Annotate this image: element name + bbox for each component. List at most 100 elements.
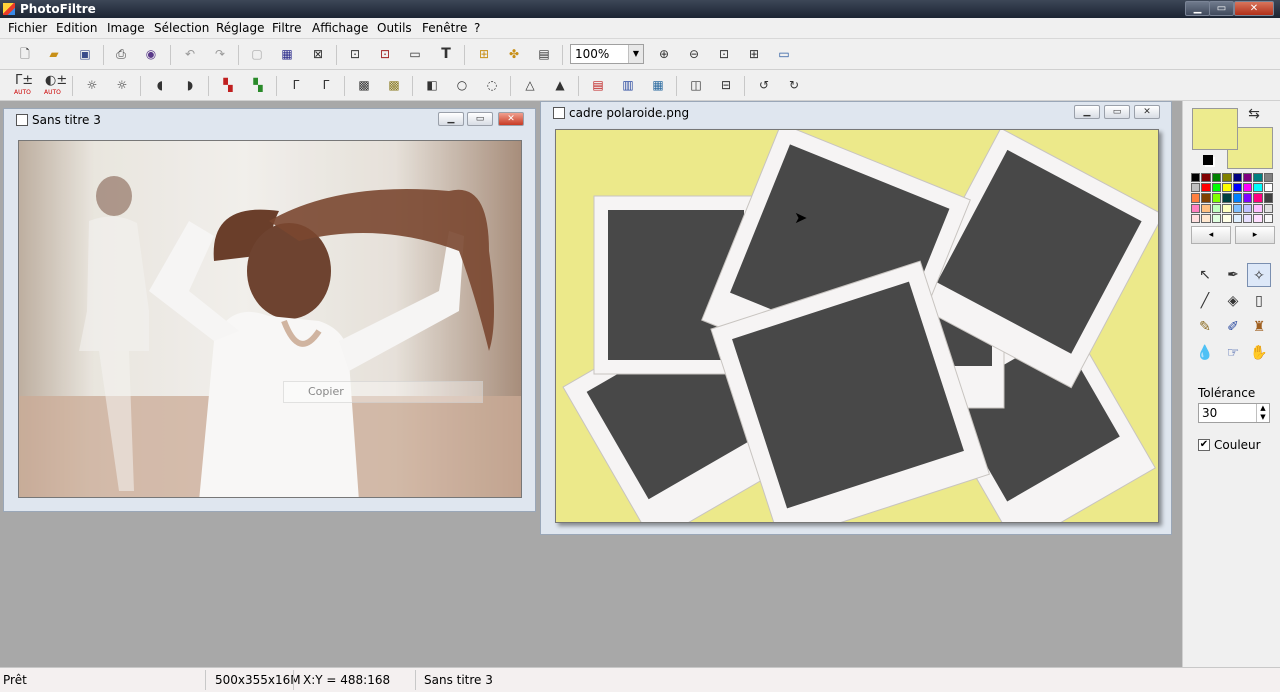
new-file-icon[interactable]: 🗋: [16, 45, 34, 63]
palette-swatch[interactable]: [1263, 183, 1273, 193]
palette-swatch[interactable]: [1232, 183, 1242, 193]
doc-close-button[interactable]: ✕: [498, 112, 524, 126]
palette-swatch[interactable]: [1253, 193, 1263, 203]
palette-swatch[interactable]: [1263, 193, 1273, 203]
scanner-icon[interactable]: ◉: [142, 45, 160, 63]
text-tool-icon[interactable]: T: [437, 45, 455, 63]
eyedropper-icon[interactable]: ✒: [1221, 263, 1245, 287]
minimize-button[interactable]: ▁: [1185, 1, 1210, 16]
clone-stamp-icon[interactable]: ♜: [1247, 315, 1271, 339]
fill-bucket-icon[interactable]: ◈: [1221, 289, 1245, 313]
palette-swatch[interactable]: [1242, 173, 1253, 183]
canvas-size-icon[interactable]: ⊡: [376, 45, 394, 63]
spray-icon[interactable]: ▯: [1247, 289, 1271, 313]
menu-image[interactable]: Image: [107, 21, 145, 35]
doc-minimize-button[interactable]: ▁: [438, 112, 464, 126]
open-folder-icon[interactable]: ▰: [45, 45, 63, 63]
palette-swatch[interactable]: [1222, 173, 1232, 183]
palette-swatch[interactable]: [1191, 183, 1201, 193]
palette-swatch[interactable]: [1211, 173, 1222, 183]
rotate-right-icon[interactable]: ↻: [785, 76, 803, 94]
brightness-up-icon[interactable]: ☼: [113, 76, 131, 94]
auto-contrast-icon[interactable]: ◐±: [45, 72, 67, 90]
palette-swatch[interactable]: [1201, 193, 1211, 203]
palette-swatch[interactable]: [1242, 213, 1253, 223]
palette-swatch[interactable]: [1211, 193, 1222, 203]
palette-swatch[interactable]: [1253, 213, 1263, 223]
palette-swatch[interactable]: [1242, 203, 1253, 213]
palette-swatch[interactable]: [1211, 203, 1222, 213]
palette-swatch[interactable]: [1232, 173, 1242, 183]
fit-window-icon[interactable]: ⊞: [745, 45, 763, 63]
emboss-icon[interactable]: ▲: [551, 76, 569, 94]
crop-icon[interactable]: ▢: [248, 45, 266, 63]
palette-swatch[interactable]: [1253, 173, 1263, 183]
doc-maximize-button[interactable]: ▭: [467, 112, 493, 126]
brightness-down-icon[interactable]: ☼: [83, 76, 101, 94]
transparency-icon[interactable]: ▦: [649, 76, 667, 94]
palette-swatch[interactable]: [1242, 183, 1253, 193]
zoom-combo[interactable]: 100% ▼: [570, 44, 644, 64]
menu-filtre[interactable]: Filtre: [272, 21, 301, 35]
selection-arrow-icon[interactable]: ↖: [1193, 263, 1217, 287]
palette-swatch[interactable]: [1211, 213, 1222, 223]
menu-edition[interactable]: Edition: [56, 21, 98, 35]
blur-icon[interactable]: ○: [453, 76, 471, 94]
invert-icon[interactable]: ◧: [423, 76, 441, 94]
sharpen-icon[interactable]: ◌: [483, 76, 501, 94]
menu-selection[interactable]: Sélection: [154, 21, 209, 35]
photo-canvas[interactable]: Copier: [18, 140, 522, 498]
restore-button[interactable]: ▭: [1209, 1, 1234, 16]
palette-prev-button[interactable]: ◂: [1191, 226, 1231, 244]
print-icon[interactable]: ⎙: [112, 45, 130, 63]
saturation-up-icon[interactable]: ▚: [249, 76, 267, 94]
palette-swatch[interactable]: [1242, 193, 1253, 203]
palette-swatch[interactable]: [1201, 183, 1211, 193]
saturation-down-icon[interactable]: ▚: [219, 76, 237, 94]
browser-icon[interactable]: ⊞: [475, 45, 493, 63]
palette-swatch[interactable]: [1191, 213, 1201, 223]
palette-swatch[interactable]: [1232, 203, 1242, 213]
menu-fichier[interactable]: Fichier: [8, 21, 47, 35]
menu-outils[interactable]: Outils: [377, 21, 412, 35]
reset-colors-icon[interactable]: [1203, 155, 1213, 165]
zoom-in-icon[interactable]: ⊕: [655, 45, 673, 63]
line-tool-icon[interactable]: ╱: [1193, 289, 1217, 313]
couleur-checkbox[interactable]: ✔: [1198, 439, 1210, 451]
fullscreen-icon[interactable]: ▭: [775, 45, 793, 63]
palette-swatch[interactable]: [1222, 193, 1232, 203]
image-size-icon[interactable]: ⊡: [346, 45, 364, 63]
document-window-sans-titre[interactable]: Sans titre 3 ▁ ▭ ✕ Copier: [3, 108, 536, 512]
magic-wand-icon[interactable]: ✧: [1247, 263, 1271, 287]
redo-icon[interactable]: ↷: [211, 45, 229, 63]
menu-reglage[interactable]: Réglage: [216, 21, 265, 35]
gradient-icon[interactable]: ▥: [619, 76, 637, 94]
palette-swatch[interactable]: [1253, 203, 1263, 213]
rotate-left-icon[interactable]: ↺: [755, 76, 773, 94]
palette-swatch[interactable]: [1201, 203, 1211, 213]
gamma-down-icon[interactable]: Γ: [287, 76, 305, 94]
polaroid-canvas[interactable]: ➤: [555, 129, 1159, 523]
soften-icon[interactable]: △: [521, 76, 539, 94]
menu-help[interactable]: ?: [474, 21, 480, 35]
tolerance-spinner[interactable]: 30 ▲ ▼: [1198, 403, 1270, 423]
grayscale-icon[interactable]: ▩: [355, 76, 373, 94]
palette-swatch[interactable]: [1222, 183, 1232, 193]
palette-swatch[interactable]: [1263, 213, 1273, 223]
palette-next-button[interactable]: ▸: [1235, 226, 1275, 244]
color-palette[interactable]: [1191, 173, 1273, 223]
palette-swatch[interactable]: [1263, 203, 1273, 213]
flip-vertical-icon[interactable]: ⊟: [717, 76, 735, 94]
frame-icon[interactable]: ▭: [406, 45, 424, 63]
blur-drop-icon[interactable]: 💧: [1193, 341, 1217, 365]
palette-swatch[interactable]: [1191, 173, 1201, 183]
resize-icon[interactable]: ⊠: [309, 45, 327, 63]
palette-swatch[interactable]: [1263, 173, 1273, 183]
palette-swatch[interactable]: [1211, 183, 1222, 193]
save-icon[interactable]: ▣: [76, 45, 94, 63]
palette-swatch[interactable]: [1232, 193, 1242, 203]
palette-icon[interactable]: ▦: [278, 45, 296, 63]
close-button[interactable]: ✕: [1234, 1, 1274, 16]
palette-swatch[interactable]: [1222, 203, 1232, 213]
chevron-down-icon[interactable]: ▼: [628, 45, 643, 63]
